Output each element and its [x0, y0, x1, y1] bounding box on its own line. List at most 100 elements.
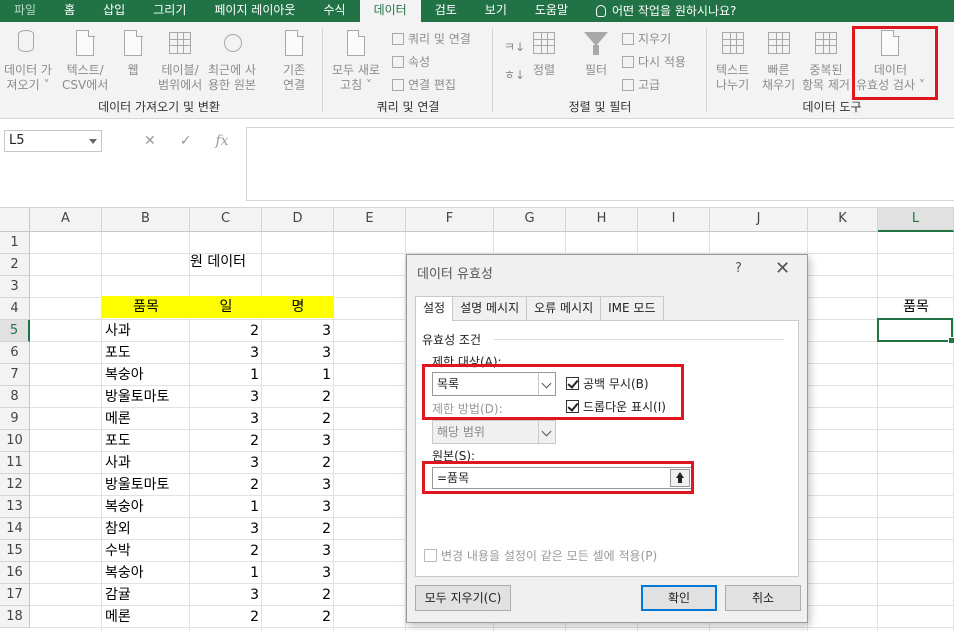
get-data-button[interactable]: 데이터 가 져오기 ˅	[4, 28, 52, 93]
tab-home[interactable]: 홈	[50, 0, 89, 22]
sort-desc-button[interactable]: ㅎ↓	[504, 66, 525, 83]
cell-item[interactable]: 포도	[105, 342, 190, 364]
filter-button[interactable]: 필터	[582, 28, 610, 78]
row-header[interactable]: 17	[0, 584, 30, 606]
tab-formulas[interactable]: 수식	[309, 0, 359, 22]
cell-item[interactable]: 복숭아	[105, 562, 190, 584]
from-web-button[interactable]: 웹	[118, 28, 148, 78]
cell-people[interactable]: 3	[262, 342, 334, 364]
column-header-f[interactable]: F	[406, 208, 494, 232]
cell-people[interactable]: 3	[262, 496, 334, 518]
cell-days[interactable]: 1	[190, 364, 262, 386]
properties-button[interactable]: 속성	[392, 53, 430, 70]
cell-people[interactable]: 2	[262, 452, 334, 474]
chevron-down-icon[interactable]	[89, 139, 97, 144]
tab-error-alert[interactable]: 오류 메시지	[526, 296, 602, 320]
recent-sources-button[interactable]: 최근에 사 용한 원본	[208, 28, 256, 93]
row-header[interactable]: 5	[0, 320, 30, 342]
cell-days[interactable]: 1	[190, 562, 262, 584]
function-icon[interactable]: fx	[215, 133, 228, 149]
cell-item[interactable]: 복숭아	[105, 364, 190, 386]
cell-item[interactable]: 사과	[105, 452, 190, 474]
help-icon[interactable]: ?	[735, 261, 742, 276]
select-all-corner[interactable]	[0, 208, 30, 232]
from-text-csv-button[interactable]: 텍스트/ CSV에서	[62, 28, 108, 93]
column-header-l[interactable]: L	[878, 208, 954, 232]
cell-item[interactable]: 복숭아	[105, 496, 190, 518]
row-header[interactable]: 6	[0, 342, 30, 364]
tab-ime-mode[interactable]: IME 모드	[600, 296, 664, 320]
row-header[interactable]: 4	[0, 298, 30, 320]
tab-view[interactable]: 보기	[471, 0, 521, 22]
row-header[interactable]: 18	[0, 606, 30, 628]
cell-days[interactable]: 3	[190, 452, 262, 474]
cell-item[interactable]: 수박	[105, 540, 190, 562]
cell-days[interactable]: 2	[190, 606, 262, 628]
formula-input[interactable]	[246, 127, 954, 201]
row-header[interactable]: 14	[0, 518, 30, 540]
cell-days[interactable]: 2	[190, 320, 262, 342]
selected-cell-l5[interactable]	[877, 318, 954, 344]
row-header[interactable]: 8	[0, 386, 30, 408]
cell-people[interactable]: 2	[262, 386, 334, 408]
cell-item[interactable]: 메론	[105, 606, 190, 628]
cell-days[interactable]: 3	[190, 584, 262, 606]
cell-days[interactable]: 3	[190, 518, 262, 540]
tab-page-layout[interactable]: 페이지 레이아웃	[200, 0, 309, 22]
sort-button[interactable]: 정렬	[530, 28, 558, 78]
tab-file[interactable]: 파일	[0, 0, 50, 22]
cancel-icon[interactable]: ✕	[144, 133, 156, 149]
cell-people[interactable]: 3	[262, 430, 334, 452]
cell-item[interactable]: 사과	[105, 320, 190, 342]
apply-all-checkbox[interactable]: 변경 내용을 설정이 같은 모든 셀에 적용(P)	[424, 547, 657, 564]
column-header-g[interactable]: G	[494, 208, 566, 232]
cell-people[interactable]: 3	[262, 474, 334, 496]
column-header-k[interactable]: K	[808, 208, 878, 232]
cell-days[interactable]: 3	[190, 408, 262, 430]
sort-asc-button[interactable]: ㅋ↓	[504, 38, 525, 55]
cell-people[interactable]: 2	[262, 518, 334, 540]
flash-fill-button[interactable]: 빠른 채우기	[762, 28, 795, 93]
existing-connections-button[interactable]: 기존 연결	[280, 28, 308, 93]
row-header[interactable]: 13	[0, 496, 30, 518]
row-header[interactable]: 7	[0, 364, 30, 386]
queries-connections-button[interactable]: 쿼리 및 연결	[392, 30, 471, 47]
row-header[interactable]: 1	[0, 232, 30, 254]
row-header[interactable]: 3	[0, 276, 30, 298]
column-header-e[interactable]: E	[334, 208, 406, 232]
column-header-j[interactable]: J	[710, 208, 808, 232]
cell-people[interactable]: 2	[262, 584, 334, 606]
advanced-filter-button[interactable]: 고급	[622, 76, 660, 93]
column-header-a[interactable]: A	[30, 208, 102, 232]
cell-people[interactable]: 3	[262, 320, 334, 342]
cell-item[interactable]: 참외	[105, 518, 190, 540]
cell-days[interactable]: 2	[190, 540, 262, 562]
from-table-range-button[interactable]: 테이블/ 범위에서	[158, 28, 202, 93]
tab-insert[interactable]: 삽입	[89, 0, 139, 22]
column-header-h[interactable]: H	[566, 208, 638, 232]
row-header[interactable]: 15	[0, 540, 30, 562]
tab-review[interactable]: 검토	[421, 0, 471, 22]
cell-l4[interactable]: 품목	[878, 296, 954, 318]
cell-days[interactable]: 1	[190, 496, 262, 518]
cell-people[interactable]: 3	[262, 540, 334, 562]
clear-all-button[interactable]: 모두 지우기(C)	[415, 585, 511, 611]
cell-item[interactable]: 방울토마토	[105, 474, 190, 496]
cancel-button[interactable]: 취소	[725, 585, 801, 611]
column-header-i[interactable]: I	[638, 208, 710, 232]
name-box[interactable]: L5	[4, 130, 102, 152]
cell-days[interactable]: 2	[190, 430, 262, 452]
edit-links-button[interactable]: 연결 편집	[392, 76, 456, 93]
column-header-d[interactable]: D	[262, 208, 334, 232]
clear-filter-button[interactable]: 지우기	[622, 30, 671, 47]
cell-item[interactable]: 포도	[105, 430, 190, 452]
row-header[interactable]: 2	[0, 254, 30, 276]
tab-input-message[interactable]: 설명 메시지	[452, 296, 528, 320]
remove-duplicates-button[interactable]: 중복된 항목 제거	[802, 28, 850, 93]
row-header[interactable]: 12	[0, 474, 30, 496]
cell-days[interactable]: 3	[190, 342, 262, 364]
reapply-button[interactable]: 다시 적용	[622, 53, 686, 70]
tab-data[interactable]: 데이터	[359, 0, 421, 22]
cell-days[interactable]: 3	[190, 386, 262, 408]
tab-draw[interactable]: 그리기	[139, 0, 200, 22]
